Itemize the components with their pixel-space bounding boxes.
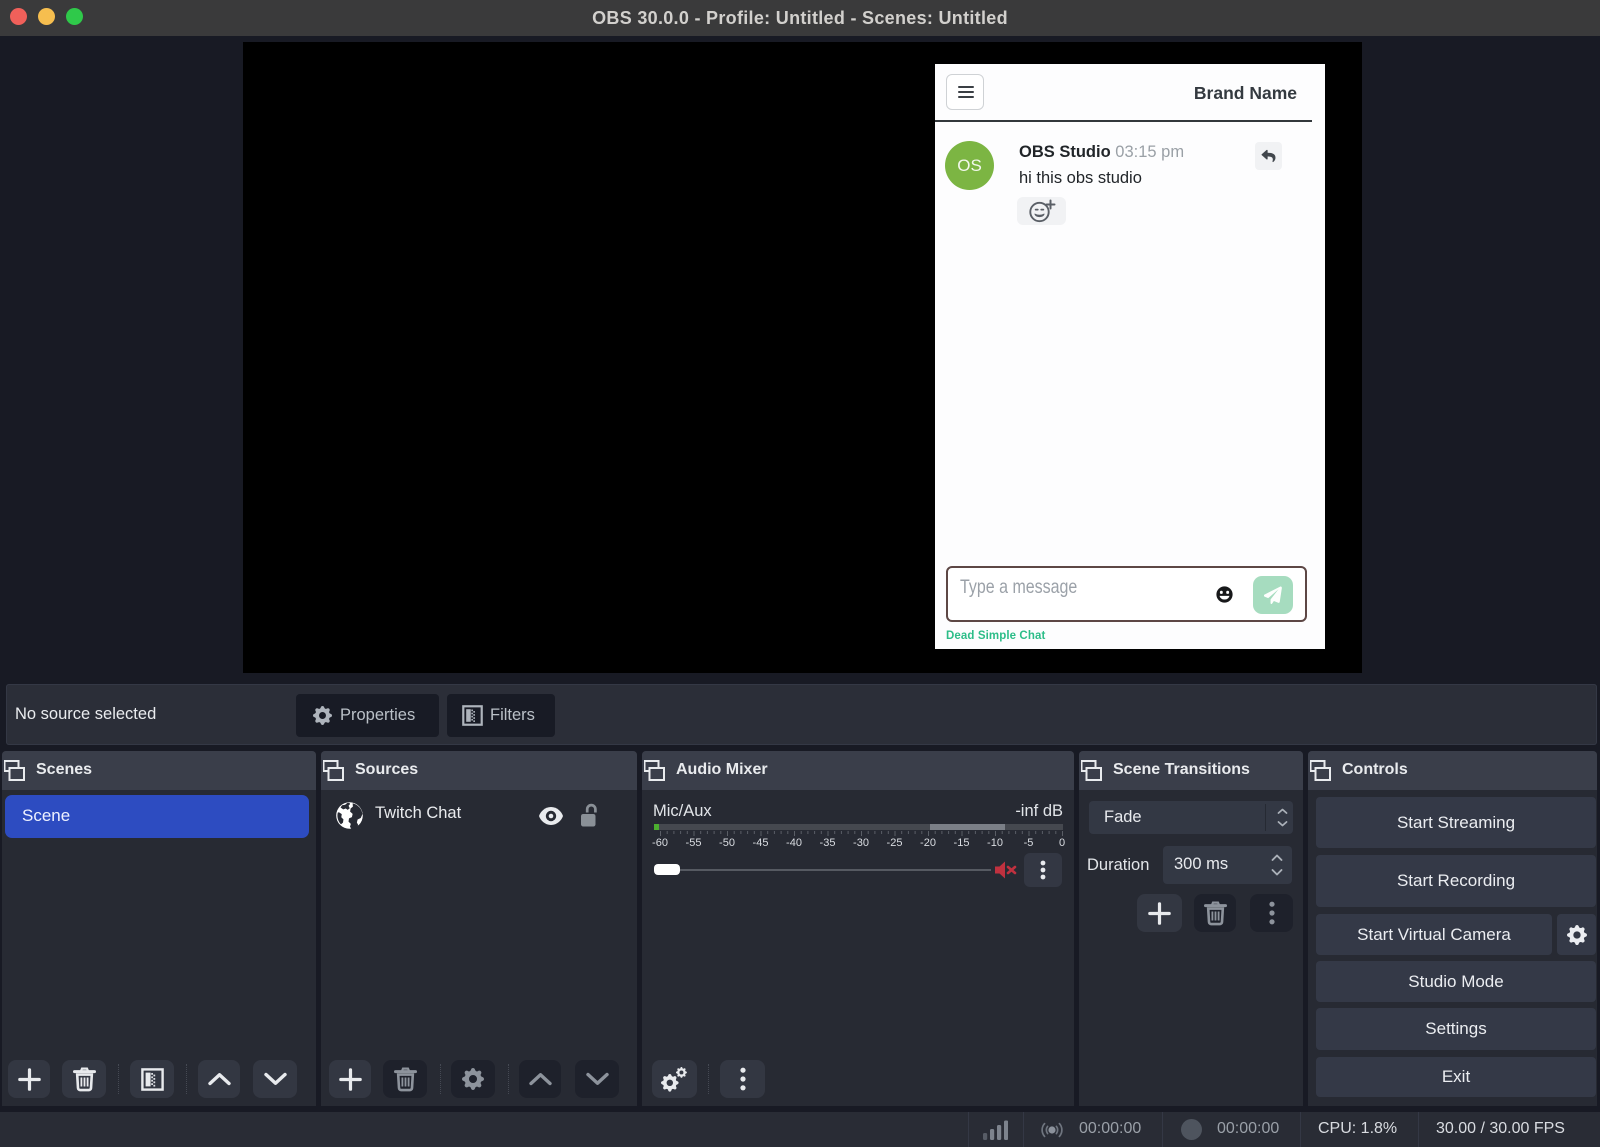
svg-text:-45: -45 xyxy=(753,837,769,849)
svg-text:-35: -35 xyxy=(820,837,836,849)
svg-text:-20: -20 xyxy=(920,837,936,849)
svg-text:0: 0 xyxy=(1059,837,1065,849)
svg-text:-15: -15 xyxy=(954,837,970,849)
svg-text:-60: -60 xyxy=(652,837,668,849)
svg-text:-55: -55 xyxy=(686,837,702,849)
svg-text:-40: -40 xyxy=(786,837,802,849)
svg-text:-50: -50 xyxy=(719,837,735,849)
svg-text:-30: -30 xyxy=(853,837,869,849)
svg-text:-10: -10 xyxy=(987,837,1003,849)
svg-text:-5: -5 xyxy=(1024,837,1034,849)
svg-text:-25: -25 xyxy=(887,837,903,849)
